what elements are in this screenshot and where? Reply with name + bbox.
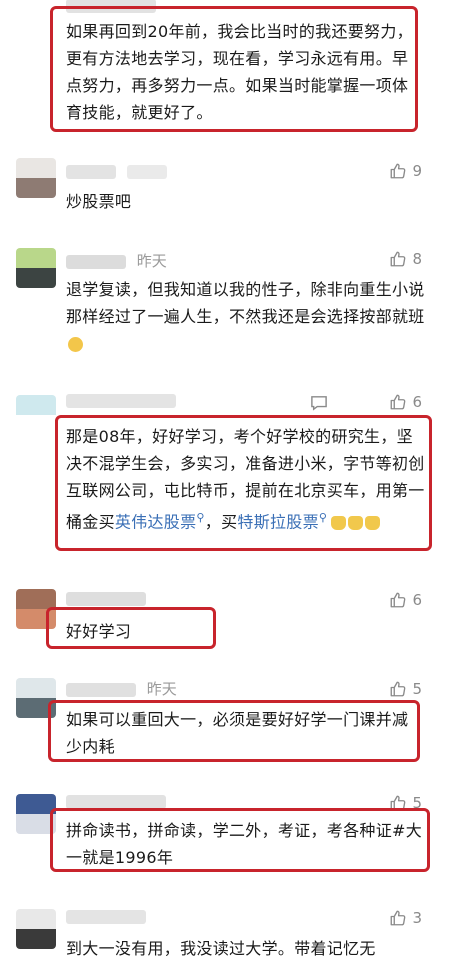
like-count: 3 — [412, 909, 422, 927]
thumbs-up-icon — [391, 251, 406, 267]
avatar[interactable] — [16, 158, 56, 198]
like-button[interactable]: 6 — [389, 589, 422, 611]
comment-text: 炒股票吧 — [66, 192, 132, 211]
highlight-box — [46, 607, 216, 649]
comment-7: 5 拼命读书，拼命读，学二外，考证，考各种证#大一就是1996年 — [0, 790, 476, 890]
highlight-box — [48, 700, 420, 762]
thumbs-up-icon — [391, 681, 406, 697]
comment-5: 6 好好学习 — [0, 585, 476, 655]
comment-3: 昨天 8 退学复读，但我知道以我的性子，除非向重生小说那样经过了一遍人生，不然我… — [0, 240, 476, 370]
avatar[interactable] — [16, 909, 56, 949]
avatar[interactable] — [16, 395, 56, 435]
comment-text: 退学复读，但我知道以我的性子，除非向重生小说那样经过了一遍人生，不然我还是会选择… — [66, 276, 426, 357]
emoji-icon — [68, 337, 83, 352]
thumbs-up-icon — [391, 910, 406, 926]
highlight-box — [50, 808, 430, 872]
comment-text-body: 退学复读，但我知道以我的性子，除非向重生小说那样经过了一遍人生，不然我还是会选择… — [66, 280, 425, 326]
thumbs-up-icon — [391, 592, 406, 608]
like-count: 9 — [412, 162, 422, 180]
comment-time: 昨天 — [146, 680, 177, 698]
like-button[interactable]: 8 — [389, 248, 422, 270]
thumbs-up-icon — [391, 163, 406, 179]
thumbs-up-icon — [391, 394, 406, 410]
highlight-box — [55, 415, 432, 551]
avatar[interactable] — [16, 248, 56, 288]
comment-2: 9 炒股票吧 — [0, 150, 476, 230]
highlight-box — [50, 6, 418, 132]
comment-author-meta[interactable] — [66, 589, 152, 609]
comment-time: 昨天 — [136, 252, 167, 270]
comment-author-meta[interactable] — [66, 162, 173, 182]
like-count: 5 — [412, 680, 422, 698]
comment-author-meta[interactable]: 昨天 — [66, 250, 167, 270]
like-count: 6 — [412, 591, 422, 609]
comment-author-meta[interactable] — [66, 391, 182, 411]
comment-icon[interactable] — [310, 395, 328, 411]
comment-4: 6 那是08年，好好学习，考个好学校的研究生，坚决不混学生会，多实习，准备进小米… — [0, 385, 476, 565]
comment-6: 昨天 5 如果可以重回大一，必须是要好好学一门课并减少内耗 — [0, 672, 476, 772]
like-button[interactable]: 3 — [389, 907, 422, 929]
like-count: 6 — [412, 393, 422, 411]
comment-1: 如果再回到20年前，我会比当时的我还要努力，更有方法地去学习，现在看，学习永远有… — [0, 0, 476, 140]
comment-text: 到大一没有用，我没读过大学。带着记忆无 — [66, 939, 376, 958]
like-button[interactable]: 9 — [389, 160, 422, 182]
like-button[interactable]: 6 — [389, 391, 422, 413]
comment-author-meta[interactable]: 昨天 — [66, 678, 177, 698]
like-button[interactable]: 5 — [389, 678, 422, 700]
comment-8: 3 到大一没有用，我没读过大学。带着记忆无 — [0, 905, 476, 964]
like-count: 8 — [412, 250, 422, 268]
comment-author-meta[interactable] — [66, 907, 152, 927]
